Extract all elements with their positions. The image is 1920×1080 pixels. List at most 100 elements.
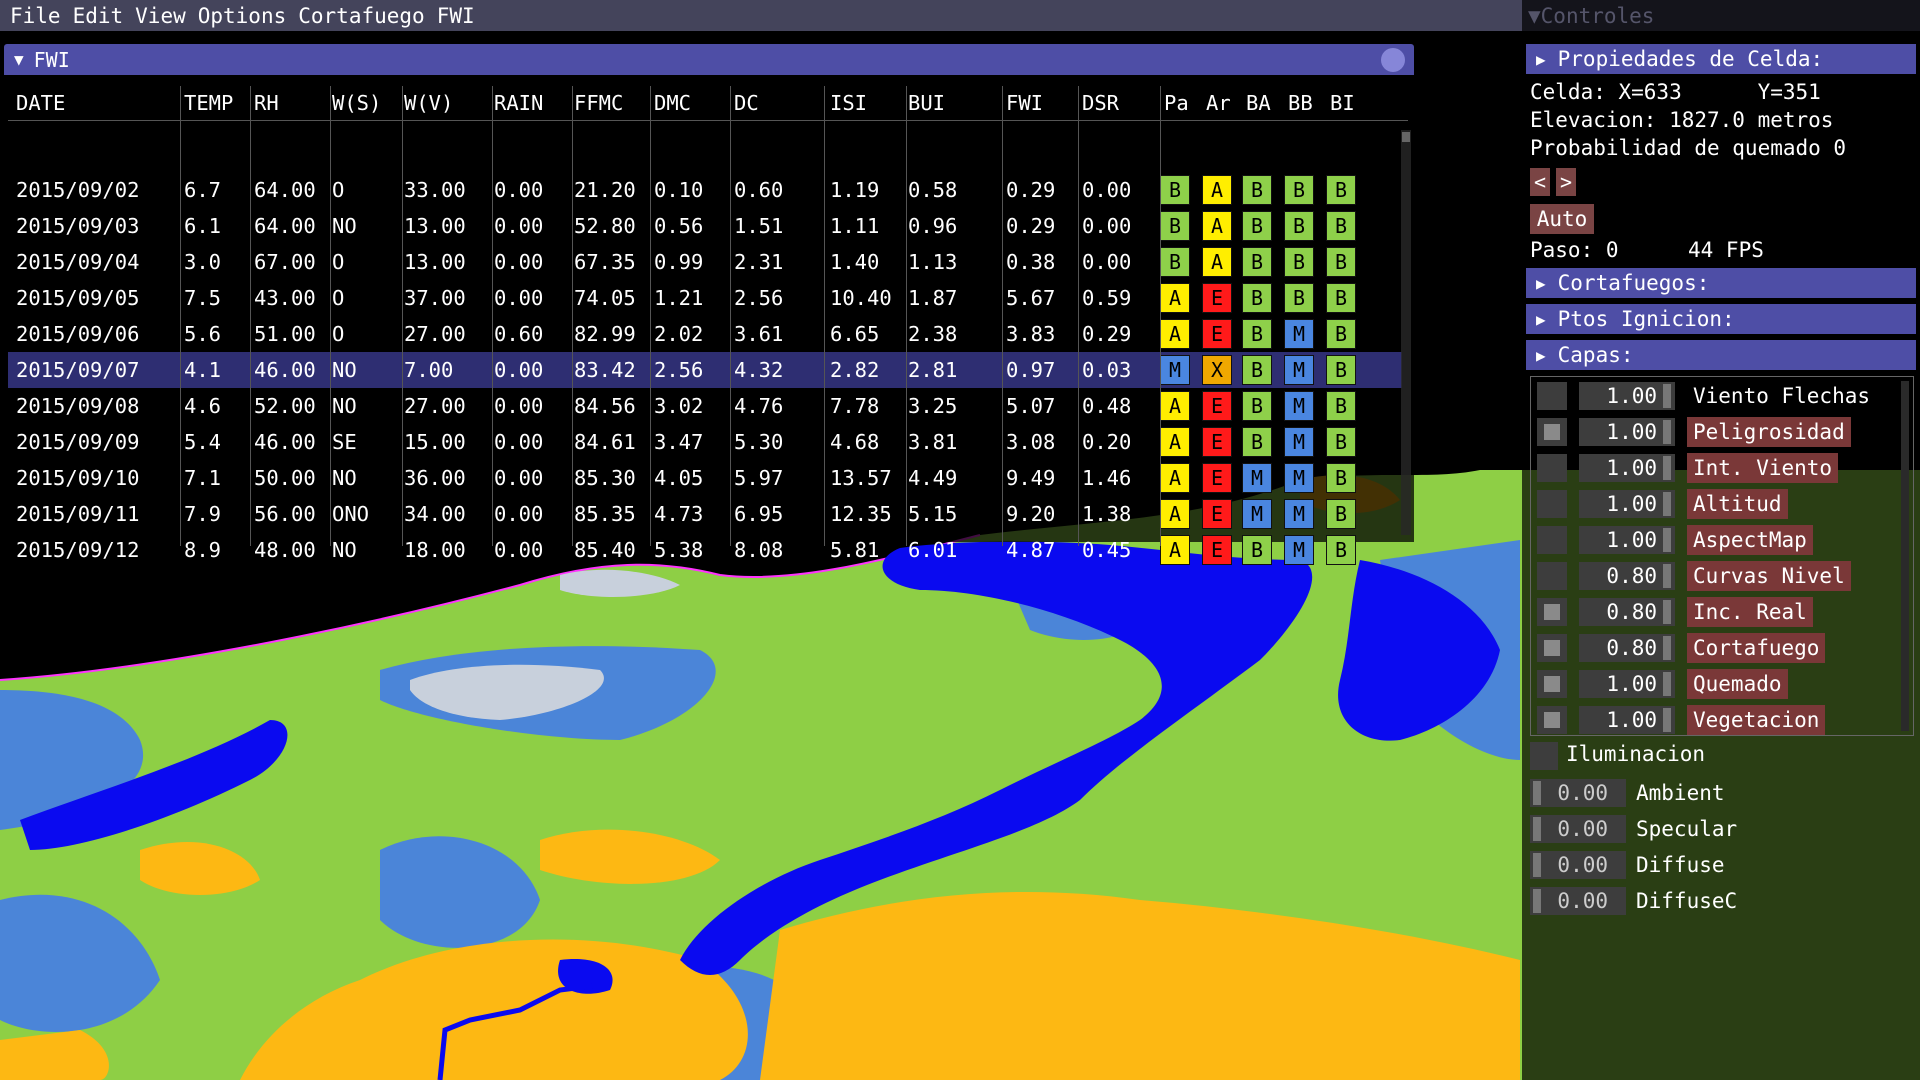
column-header-ffmc[interactable]: FFMC	[574, 91, 623, 115]
column-header-bi[interactable]: BI	[1330, 91, 1355, 115]
layer-opacity-slider[interactable]: 0.80	[1579, 634, 1675, 662]
layer-checkbox[interactable]	[1537, 526, 1567, 554]
menu-file[interactable]: File	[10, 4, 61, 28]
slider-grab-handle[interactable]	[1533, 853, 1541, 877]
slider-grab-handle[interactable]	[1663, 420, 1671, 444]
layer-checkbox[interactable]	[1537, 634, 1567, 662]
next-button[interactable]: >	[1556, 168, 1576, 196]
layer-opacity-slider[interactable]: 1.00	[1579, 526, 1675, 554]
column-header-ba[interactable]: BA	[1246, 91, 1271, 115]
layer-label[interactable]: Inc. Real	[1687, 597, 1813, 627]
table-row[interactable]: 2015/09/02 6.7 64.00 O 33.00 0.00 21.20 0.10 0.6…	[8, 172, 1402, 208]
layer-checkbox[interactable]	[1537, 706, 1567, 734]
column-header-dmc[interactable]: DMC	[654, 91, 691, 115]
slider-grab-handle[interactable]	[1533, 889, 1541, 913]
iluminacion-checkbox[interactable]	[1530, 742, 1558, 770]
layer-opacity-slider[interactable]: 1.00	[1579, 706, 1675, 734]
layer-checkbox[interactable]	[1537, 454, 1567, 482]
layer-row: 0.80 Curvas Nivel	[1537, 561, 1897, 591]
section-propiedades-celda[interactable]: ▶ Propiedades de Celda:	[1526, 44, 1916, 74]
slider-grab-handle[interactable]	[1533, 817, 1541, 841]
column-header-fwi[interactable]: FWI	[1006, 91, 1043, 115]
column-header-ws[interactable]: W(S)	[332, 91, 381, 115]
column-header-dsr[interactable]: DSR	[1082, 91, 1119, 115]
layer-opacity-slider[interactable]: 1.00	[1579, 490, 1675, 518]
table-row[interactable]: 2015/09/08 4.6 52.00 NO 27.00 0.00 84.56 3.02 4.…	[8, 388, 1402, 424]
cell-temp: 7.9	[184, 502, 222, 526]
illumination-slider[interactable]: 0.00	[1530, 779, 1626, 807]
table-row[interactable]: 2015/09/05 7.5 43.00 O 37.00 0.00 74.05 1.21 2.5…	[8, 280, 1402, 316]
layer-opacity-slider[interactable]: 1.00	[1579, 382, 1675, 410]
column-header-rain[interactable]: RAIN	[494, 91, 543, 115]
illumination-slider[interactable]: 0.00	[1530, 851, 1626, 879]
menu-view[interactable]: View	[135, 4, 186, 28]
slider-grab-handle[interactable]	[1663, 456, 1671, 480]
table-row[interactable]: 2015/09/09 5.4 46.00 SE 15.00 0.00 84.61 3.47 5.…	[8, 424, 1402, 460]
layer-opacity-slider[interactable]: 1.00	[1579, 454, 1675, 482]
section-ptos-ignicion[interactable]: ▶ Ptos Ignicion:	[1526, 304, 1916, 334]
section-cortafuegos[interactable]: ▶ Cortafuegos:	[1526, 268, 1916, 298]
layer-label[interactable]: Vegetacion	[1687, 705, 1826, 735]
layer-opacity-slider[interactable]: 1.00	[1579, 418, 1675, 446]
layer-label[interactable]: Quemado	[1687, 669, 1788, 699]
section-capas[interactable]: ▶ Capas:	[1526, 340, 1916, 370]
fwi-table-scrollbar[interactable]	[1401, 130, 1411, 535]
table-row[interactable]: 2015/09/10 7.1 50.00 NO 36.00 0.00 85.30 4.05 5.…	[8, 460, 1402, 496]
close-circle-icon[interactable]	[1381, 48, 1405, 72]
scrollbar-thumb[interactable]	[1402, 132, 1410, 142]
layer-checkbox[interactable]	[1537, 670, 1567, 698]
controls-title[interactable]: ▼ Controles	[1522, 0, 1920, 31]
menu-options[interactable]: Options	[198, 4, 287, 28]
table-row[interactable]: 2015/09/06 5.6 51.00 O 27.00 0.60 82.99 2.02 3.6…	[8, 316, 1402, 352]
layer-checkbox[interactable]	[1537, 490, 1567, 518]
column-header-date[interactable]: DATE	[16, 91, 65, 115]
column-header-wv[interactable]: W(V)	[404, 91, 453, 115]
column-header-bb[interactable]: BB	[1288, 91, 1313, 115]
layer-checkbox[interactable]	[1537, 598, 1567, 626]
column-header-ar[interactable]: Ar	[1206, 91, 1231, 115]
column-header-rh[interactable]: RH	[254, 91, 279, 115]
column-header-isi[interactable]: ISI	[830, 91, 867, 115]
layer-opacity-slider[interactable]: 0.80	[1579, 598, 1675, 626]
prev-button[interactable]: <	[1530, 168, 1550, 196]
menu-fwi[interactable]: FWI	[437, 4, 475, 28]
menu-edit[interactable]: Edit	[73, 4, 124, 28]
layer-label[interactable]: Cortafuego	[1687, 633, 1826, 663]
column-header-temp[interactable]: TEMP	[184, 91, 233, 115]
slider-grab-handle[interactable]	[1663, 528, 1671, 552]
layer-label[interactable]: Int. Viento	[1687, 453, 1839, 483]
layer-label[interactable]: Curvas Nivel	[1687, 561, 1851, 591]
column-header-bui[interactable]: BUI	[908, 91, 945, 115]
table-row[interactable]: 2015/09/03 6.1 64.00 NO 13.00 0.00 52.80 0.56 1.…	[8, 208, 1402, 244]
table-row[interactable]: 2015/09/04 3.0 67.00 O 13.00 0.00 67.35 0.99 2.3…	[8, 244, 1402, 280]
menu-cortafuego[interactable]: Cortafuego	[298, 4, 424, 28]
column-header-pa[interactable]: Pa	[1164, 91, 1189, 115]
fwi-window-titlebar[interactable]: ▼ FWI	[4, 44, 1414, 75]
layer-checkbox[interactable]	[1537, 562, 1567, 590]
layer-opacity-slider[interactable]: 1.00	[1579, 670, 1675, 698]
slider-grab-handle[interactable]	[1663, 384, 1671, 408]
auto-button[interactable]: Auto	[1530, 204, 1594, 234]
illumination-slider[interactable]: 0.00	[1530, 887, 1626, 915]
layer-opacity-slider[interactable]: 0.80	[1579, 562, 1675, 590]
layer-label[interactable]: AspectMap	[1687, 525, 1813, 555]
layer-checkbox[interactable]	[1537, 382, 1567, 410]
layer-label[interactable]: Viento Flechas	[1687, 381, 1876, 411]
layer-label[interactable]: Altitud	[1687, 489, 1788, 519]
layers-scrollbar[interactable]	[1901, 381, 1909, 731]
slider-grab-handle[interactable]	[1663, 564, 1671, 588]
layer-label[interactable]: Peligrosidad	[1687, 417, 1851, 447]
collapse-triangle-icon[interactable]: ▼	[14, 50, 24, 69]
slider-grab-handle[interactable]	[1663, 600, 1671, 624]
column-header-dc[interactable]: DC	[734, 91, 759, 115]
slider-grab-handle[interactable]	[1663, 492, 1671, 516]
slider-grab-handle[interactable]	[1533, 781, 1541, 805]
illumination-slider[interactable]: 0.00	[1530, 815, 1626, 843]
slider-grab-handle[interactable]	[1663, 672, 1671, 696]
slider-grab-handle[interactable]	[1663, 708, 1671, 732]
table-row[interactable]: 2015/09/07 4.1 46.00 NO 7.00 0.00 83.42 2.56 4.3…	[8, 352, 1402, 388]
table-row[interactable]: 2015/09/11 7.9 56.00 ONO 34.00 0.00 85.35 4.73 6…	[8, 496, 1402, 532]
table-row[interactable]: 2015/09/12 8.9 48.00 NO 18.00 0.00 85.40 5.38 8.…	[8, 532, 1402, 568]
slider-grab-handle[interactable]	[1663, 636, 1671, 660]
layer-checkbox[interactable]	[1537, 418, 1567, 446]
